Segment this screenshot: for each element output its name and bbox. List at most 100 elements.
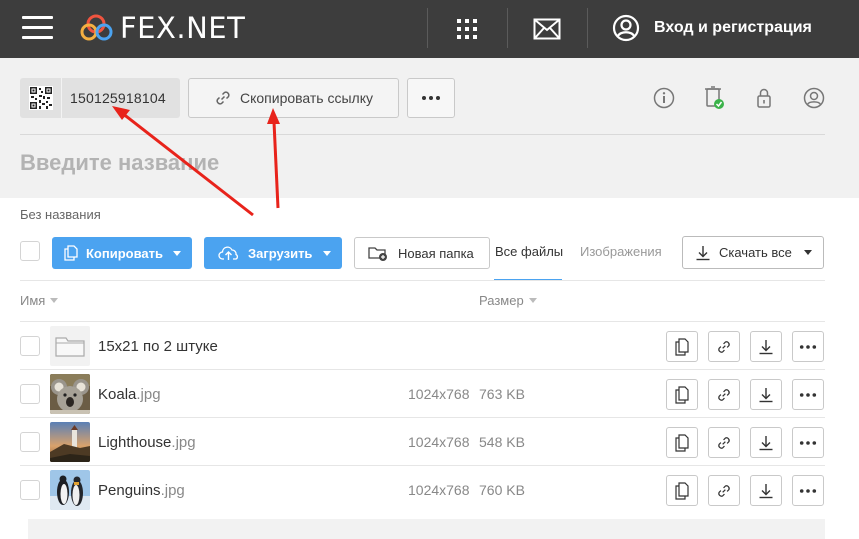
table-row[interactable]: Lighthouse.jpg 1024x768 548 KB: [0, 418, 859, 466]
file-base-name: Penguins: [98, 482, 161, 499]
upload-dropzone[interactable]: [28, 519, 825, 539]
login-label: Вход и регистрация: [654, 19, 812, 36]
copy-button[interactable]: [666, 379, 698, 410]
column-name[interactable]: Имя: [20, 293, 59, 308]
select-all-checkbox[interactable]: [20, 241, 40, 261]
user-icon[interactable]: [802, 86, 826, 110]
tab-all-files[interactable]: Все файлы: [495, 244, 563, 259]
menu-icon[interactable]: [22, 16, 53, 40]
file-dimensions: 1024x768: [408, 386, 470, 402]
copy-button[interactable]: [666, 331, 698, 362]
cloud-logo-icon: [80, 14, 113, 41]
file-dimensions: 1024x768: [408, 434, 470, 450]
row-checkbox[interactable]: [20, 432, 40, 452]
upload-button[interactable]: Загрузить: [204, 237, 342, 269]
brand-logo[interactable]: FEX.NET: [80, 10, 245, 46]
topbar-divider: [427, 8, 428, 48]
penguins-thumbnail[interactable]: [50, 470, 90, 510]
share-link-button[interactable]: [708, 427, 740, 458]
copy-icon: [64, 245, 78, 261]
copy-button[interactable]: Копировать: [52, 237, 192, 269]
column-size-label: Размер: [479, 293, 524, 308]
more-icon: [799, 440, 817, 445]
more-icon: [422, 96, 440, 100]
storage-check-icon[interactable]: [702, 86, 726, 110]
koala-thumbnail[interactable]: [50, 374, 90, 414]
new-folder-button[interactable]: Новая папка: [354, 237, 490, 269]
download-icon: [759, 339, 773, 354]
row-checkbox[interactable]: [20, 336, 40, 356]
table-row[interactable]: Koala.jpg 1024x768 763 KB: [0, 370, 859, 418]
download-button[interactable]: [750, 379, 782, 410]
row-more-button[interactable]: [792, 475, 824, 506]
lock-icon[interactable]: [752, 86, 776, 110]
table-row[interactable]: Penguins.jpg 1024x768 760 KB: [0, 466, 859, 514]
new-folder-label: Новая папка: [398, 245, 474, 261]
copy-button[interactable]: [666, 427, 698, 458]
share-link-button[interactable]: [708, 331, 740, 362]
title-input[interactable]: Введите название: [20, 150, 620, 182]
row-more-button[interactable]: [792, 427, 824, 458]
copy-link-button[interactable]: Скопировать ссылку: [188, 78, 399, 118]
file-size: 763 KB: [479, 386, 525, 402]
file-id-box[interactable]: 150125918104: [20, 78, 180, 118]
folder-icon: [50, 326, 90, 366]
copy-icon: [675, 337, 689, 356]
copy-button[interactable]: [666, 475, 698, 506]
divider: [20, 280, 825, 281]
file-ext: .jpg: [171, 434, 196, 451]
file-size: 760 KB: [479, 482, 525, 498]
row-checkbox[interactable]: [20, 384, 40, 404]
top-bar: FEX.NET Вход и регистрация: [0, 0, 859, 58]
chevron-down-icon: [804, 250, 812, 255]
sort-down-icon: [50, 298, 59, 303]
folder-plus-icon: [368, 247, 387, 261]
apps-grid-icon[interactable]: [452, 14, 482, 44]
download-button[interactable]: [750, 475, 782, 506]
cloud-upload-icon: [218, 246, 238, 260]
brand-name: FEX.NET: [120, 11, 246, 45]
file-ext: .jpg: [160, 482, 185, 499]
download-all-button[interactable]: Скачать все: [682, 236, 824, 269]
link-icon: [718, 340, 730, 353]
topbar-divider: [507, 8, 508, 48]
user-circle-icon: [612, 14, 640, 42]
chevron-down-icon: [323, 250, 331, 256]
copy-label: Копировать: [86, 245, 164, 261]
info-icon[interactable]: [652, 86, 676, 110]
row-more-button[interactable]: [792, 379, 824, 410]
mail-icon[interactable]: [532, 14, 562, 44]
file-manager: Без названия Копировать Загрузить Новая …: [0, 198, 859, 539]
table-row[interactable]: 15x21 по 2 штуке: [0, 322, 859, 370]
file-dimensions: 1024x768: [408, 482, 470, 498]
copy-icon: [675, 385, 689, 404]
file-name[interactable]: Koala.jpg: [98, 386, 161, 403]
link-icon: [718, 484, 730, 497]
login-button[interactable]: Вход и регистрация: [612, 12, 812, 44]
column-size[interactable]: Размер: [479, 293, 537, 308]
copy-icon: [675, 481, 689, 500]
file-name[interactable]: Lighthouse.jpg: [98, 434, 196, 451]
download-icon: [696, 245, 710, 260]
download-button[interactable]: [750, 427, 782, 458]
column-name-label: Имя: [20, 293, 46, 308]
upload-label: Загрузить: [248, 245, 313, 261]
download-icon: [759, 435, 773, 450]
qr-code-icon[interactable]: [20, 78, 62, 118]
sort-down-icon: [528, 298, 537, 303]
file-name[interactable]: Penguins.jpg: [98, 482, 185, 499]
file-ext: .jpg: [136, 386, 161, 403]
tab-images[interactable]: Изображения: [580, 244, 662, 259]
download-button[interactable]: [750, 331, 782, 362]
topbar-divider: [587, 8, 588, 48]
folder-name: Без названия: [20, 207, 101, 222]
panel-divider: [20, 134, 825, 135]
row-more-button[interactable]: [792, 331, 824, 362]
file-name[interactable]: 15x21 по 2 штуке: [98, 338, 218, 355]
copy-icon: [675, 433, 689, 452]
row-checkbox[interactable]: [20, 480, 40, 500]
more-options-button[interactable]: [407, 78, 455, 118]
lighthouse-thumbnail[interactable]: [50, 422, 90, 462]
share-link-button[interactable]: [708, 379, 740, 410]
share-link-button[interactable]: [708, 475, 740, 506]
